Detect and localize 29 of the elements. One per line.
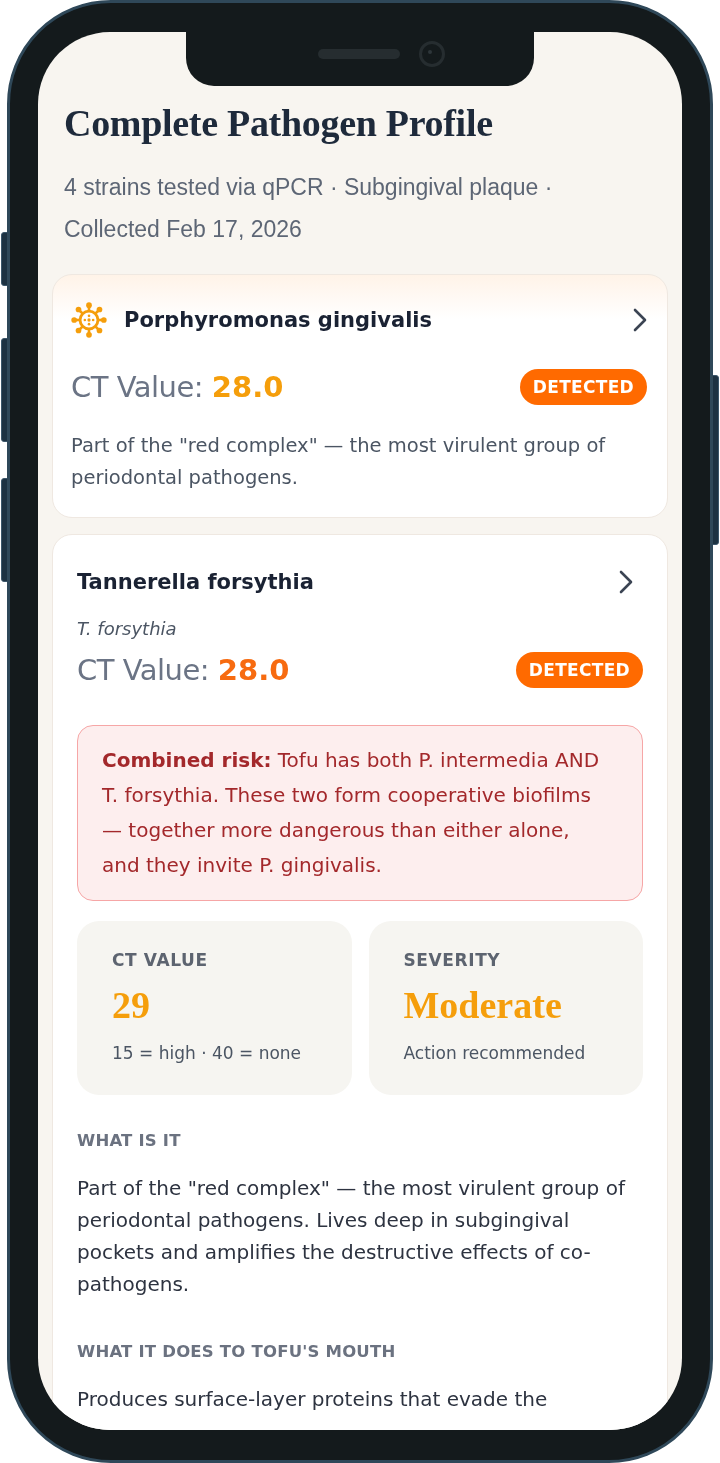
section-text: Part of the "red complex" — the most virulent group of periodontal pathogens. Lives deep in subgingival pockets and amplifies the destructive effects of co-pathogens. bbox=[77, 1175, 627, 1298]
stat-note: 15 = high · 40 = none bbox=[112, 1042, 303, 1064]
pathogen-alias: T. forsythia bbox=[77, 617, 178, 641]
pathogen-name: Porphyromonas gingivalis bbox=[124, 308, 433, 332]
stat-value: 29 bbox=[112, 983, 151, 1027]
virus-icon bbox=[71, 302, 107, 338]
page-title: Complete Pathogen Profile bbox=[64, 101, 494, 146]
chevron-right-icon bbox=[619, 570, 633, 594]
stat-value: Moderate bbox=[403, 983, 563, 1027]
ct-value: 28.0 bbox=[211, 370, 284, 404]
stat-note: Action recommended bbox=[403, 1042, 587, 1064]
pathogen-card[interactable]: Porphyromonas gingivalis CT Value: 28.0 DETECTED Part of the "red complex" — the most virulent group of periodontal pathogens. bbox=[52, 274, 668, 518]
page-subtitle: 4 strains tested via qPCR · Subgingival plaque · Collected Feb 17, 2026 bbox=[64, 173, 554, 244]
section-heading: WHAT IS IT bbox=[77, 1130, 182, 1152]
chevron-right-icon bbox=[633, 308, 647, 332]
pathogen-description: Part of the "red complex" — the most virulent group of periodontal pathogens. bbox=[71, 433, 607, 491]
section-text: Produces surface-layer proteins that evade the bbox=[77, 1386, 549, 1413]
camera-icon bbox=[419, 41, 445, 67]
ct-value: 28.0 bbox=[217, 653, 290, 687]
ct-value-label: CT Value: 28.0 bbox=[71, 370, 284, 404]
stat-label: SEVERITY bbox=[403, 949, 502, 971]
pathogen-card[interactable] bbox=[52, 534, 668, 1430]
section-heading: WHAT IT DOES TO TOFU'S MOUTH bbox=[77, 1341, 397, 1363]
stat-label: CT VALUE bbox=[112, 949, 209, 971]
status-badge: DETECTED bbox=[515, 652, 643, 688]
ct-value-label: CT Value: 28.0 bbox=[77, 653, 290, 687]
status-badge: DETECTED bbox=[519, 369, 647, 405]
pathogen-name: Tannerella forsythia bbox=[77, 570, 314, 594]
risk-alert-text: Combined risk: Tofu has both P. intermedia AND T. forsythia. These two form cooperative biofilms — together more dangerous than either alone, and they invite P. gingivalis. bbox=[102, 747, 601, 879]
